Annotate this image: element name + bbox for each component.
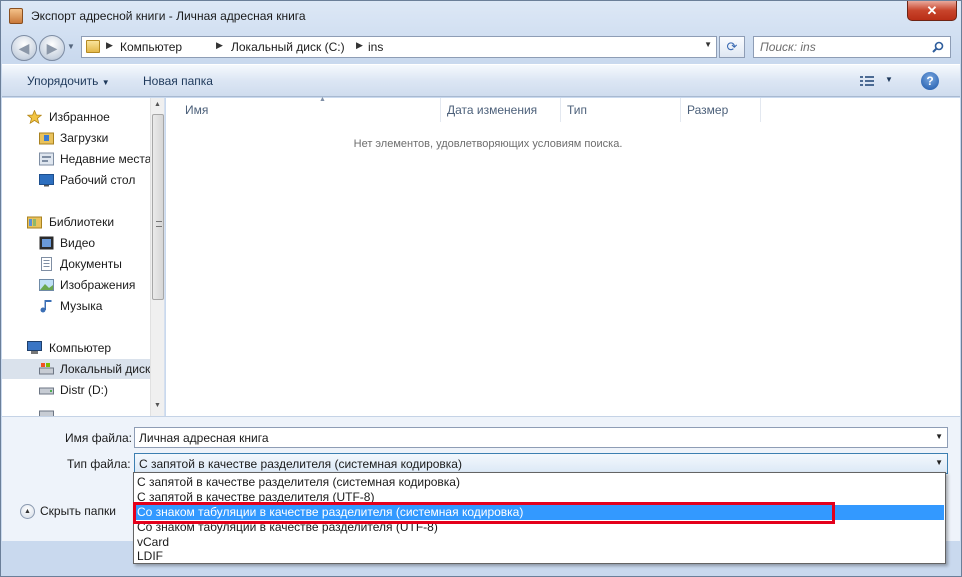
nav-downloads[interactable]: Загрузки: [2, 128, 150, 148]
recent-pages-dropdown[interactable]: ▼: [67, 41, 79, 53]
search-placeholder: Поиск: ins: [760, 40, 816, 54]
nav-local-disk-label: Локальный диск: [60, 362, 151, 376]
title-bar: Экспорт адресной книги - Личная адресная…: [1, 1, 961, 31]
local-disk-icon: [39, 363, 54, 375]
window-title: Экспорт адресной книги - Личная адресная…: [31, 9, 306, 23]
column-header-type[interactable]: Тип: [561, 98, 681, 122]
nav-scrollbar[interactable]: ▲ ▼: [150, 98, 164, 416]
sort-ascending-icon: ▲: [319, 96, 326, 103]
nav-more-drive[interactable]: [2, 403, 150, 416]
nav-distr[interactable]: Distr (D:): [2, 380, 150, 400]
address-book-icon: [9, 8, 23, 24]
scroll-thumb[interactable]: [152, 114, 164, 300]
nav-recent-places-label: Недавние места: [60, 152, 152, 166]
column-name-label: Имя: [185, 103, 209, 117]
nav-images-label: Изображения: [60, 278, 136, 292]
chevron-down-icon[interactable]: ▼: [704, 40, 712, 49]
chevron-right-icon[interactable]: ▶: [216, 40, 223, 51]
refresh-icon: ⟳: [726, 39, 738, 54]
scroll-down-icon[interactable]: ▼: [154, 402, 161, 409]
dropdown-option[interactable]: LDIF: [135, 549, 944, 564]
nav-images[interactable]: Изображения: [2, 275, 150, 295]
forward-button[interactable]: ▶: [39, 35, 65, 61]
filetype-select[interactable]: С запятой в качестве разделителя (систем…: [134, 453, 948, 474]
column-header-size[interactable]: Размер: [681, 98, 761, 122]
nav-computer-label: Компьютер: [49, 341, 112, 355]
images-icon: [39, 279, 54, 291]
folder-icon: [86, 40, 100, 53]
nav-recent-places[interactable]: Недавние места: [2, 149, 152, 169]
chevron-down-icon[interactable]: ▼: [935, 458, 943, 467]
nav-libraries[interactable]: Библиотеки: [2, 212, 150, 232]
search-input[interactable]: Поиск: ins: [753, 36, 951, 58]
drive-icon: [39, 410, 54, 416]
libraries-icon: [27, 216, 42, 229]
music-icon: [40, 300, 52, 313]
filename-label: Имя файла:: [65, 431, 132, 445]
refresh-button[interactable]: ⟳: [719, 36, 745, 58]
chevron-up-icon: ▲: [20, 504, 35, 520]
address-bar[interactable]: ▶ Компьютер ▶ Локальный диск (C:) ▶ ins …: [81, 36, 717, 58]
nav-music-label: Музыка: [60, 299, 103, 313]
dropdown-option[interactable]: vCard: [135, 535, 944, 550]
documents-icon: [41, 257, 52, 271]
star-icon: [27, 110, 42, 124]
organize-label: Упорядочить: [27, 74, 99, 88]
video-icon: [39, 236, 54, 250]
breadcrumb-ins[interactable]: ins: [368, 40, 383, 54]
filename-value: Личная адресная книга: [139, 431, 269, 445]
chevron-down-icon[interactable]: ▼: [935, 432, 943, 441]
back-button[interactable]: ◀: [11, 35, 37, 61]
new-folder-button[interactable]: Новая папка: [143, 74, 213, 88]
drive-icon: [39, 387, 54, 395]
chevron-down-icon: ▼: [67, 42, 75, 51]
nav-favorites[interactable]: Избранное: [2, 107, 150, 127]
grip-icon: [156, 221, 162, 227]
search-icon: [932, 41, 944, 53]
file-list[interactable]: ▲ Имя Дата изменения Тип Размер Нет элем…: [166, 96, 960, 416]
column-header-name[interactable]: ▲ Имя: [179, 96, 441, 122]
nav-documents[interactable]: Документы: [2, 254, 150, 274]
chevron-down-icon: ▼: [101, 78, 110, 87]
downloads-folder-icon: [39, 132, 54, 145]
filetype-value: С запятой в качестве разделителя (систем…: [139, 457, 462, 471]
chevron-right-icon[interactable]: ▶: [106, 40, 113, 51]
chevron-right-icon[interactable]: ▶: [356, 40, 363, 51]
command-toolbar: Упорядочить ▼ Новая папка ▼ ?: [2, 64, 960, 97]
computer-icon: [27, 341, 42, 354]
view-options-icon[interactable]: [860, 75, 874, 87]
scroll-up-icon[interactable]: ▲: [154, 101, 161, 108]
hide-folders-button[interactable]: ▲ Скрыть папки: [20, 504, 116, 520]
empty-folder-message: Нет элементов, удовлетворяющих условиям …: [353, 138, 623, 150]
nav-libraries-label: Библиотеки: [49, 215, 115, 229]
nav-local-disk[interactable]: Локальный диск: [2, 359, 150, 379]
arrow-left-icon: ◀: [18, 40, 30, 56]
hide-folders-label: Скрыть папки: [40, 504, 116, 518]
nav-video-label: Видео: [60, 236, 96, 250]
nav-desktop[interactable]: Рабочий стол: [2, 170, 150, 190]
nav-favorites-label: Избранное: [49, 110, 110, 124]
breadcrumb-computer[interactable]: Компьютер: [120, 40, 182, 54]
filetype-label: Тип файла:: [67, 457, 131, 471]
breadcrumb-local-disk[interactable]: Локальный диск (C:): [231, 40, 345, 54]
close-button[interactable]: ✕: [907, 1, 957, 21]
nav-video[interactable]: Видео: [2, 233, 150, 253]
nav-computer[interactable]: Компьютер: [2, 338, 150, 358]
chevron-down-icon[interactable]: ▼: [885, 75, 893, 84]
desktop-icon: [39, 174, 54, 187]
recent-places-icon: [39, 152, 54, 166]
filename-field[interactable]: Личная адресная книга ▼: [134, 427, 948, 448]
nav-documents-label: Документы: [60, 257, 122, 271]
nav-distr-label: Distr (D:): [60, 383, 108, 397]
organize-button[interactable]: Упорядочить ▼: [27, 74, 110, 88]
nav-music[interactable]: Музыка: [2, 296, 150, 316]
column-header-date[interactable]: Дата изменения: [441, 98, 561, 122]
navigation-pane: Избранное Загрузки Недавние места Рабочи…: [2, 98, 165, 416]
help-icon[interactable]: ?: [921, 72, 939, 90]
arrow-right-icon: ▶: [46, 40, 58, 56]
dropdown-option[interactable]: С запятой в качестве разделителя (систем…: [135, 475, 944, 490]
nav-desktop-label: Рабочий стол: [60, 173, 136, 187]
annotation-highlight-box: [133, 502, 835, 524]
nav-downloads-label: Загрузки: [60, 131, 109, 145]
